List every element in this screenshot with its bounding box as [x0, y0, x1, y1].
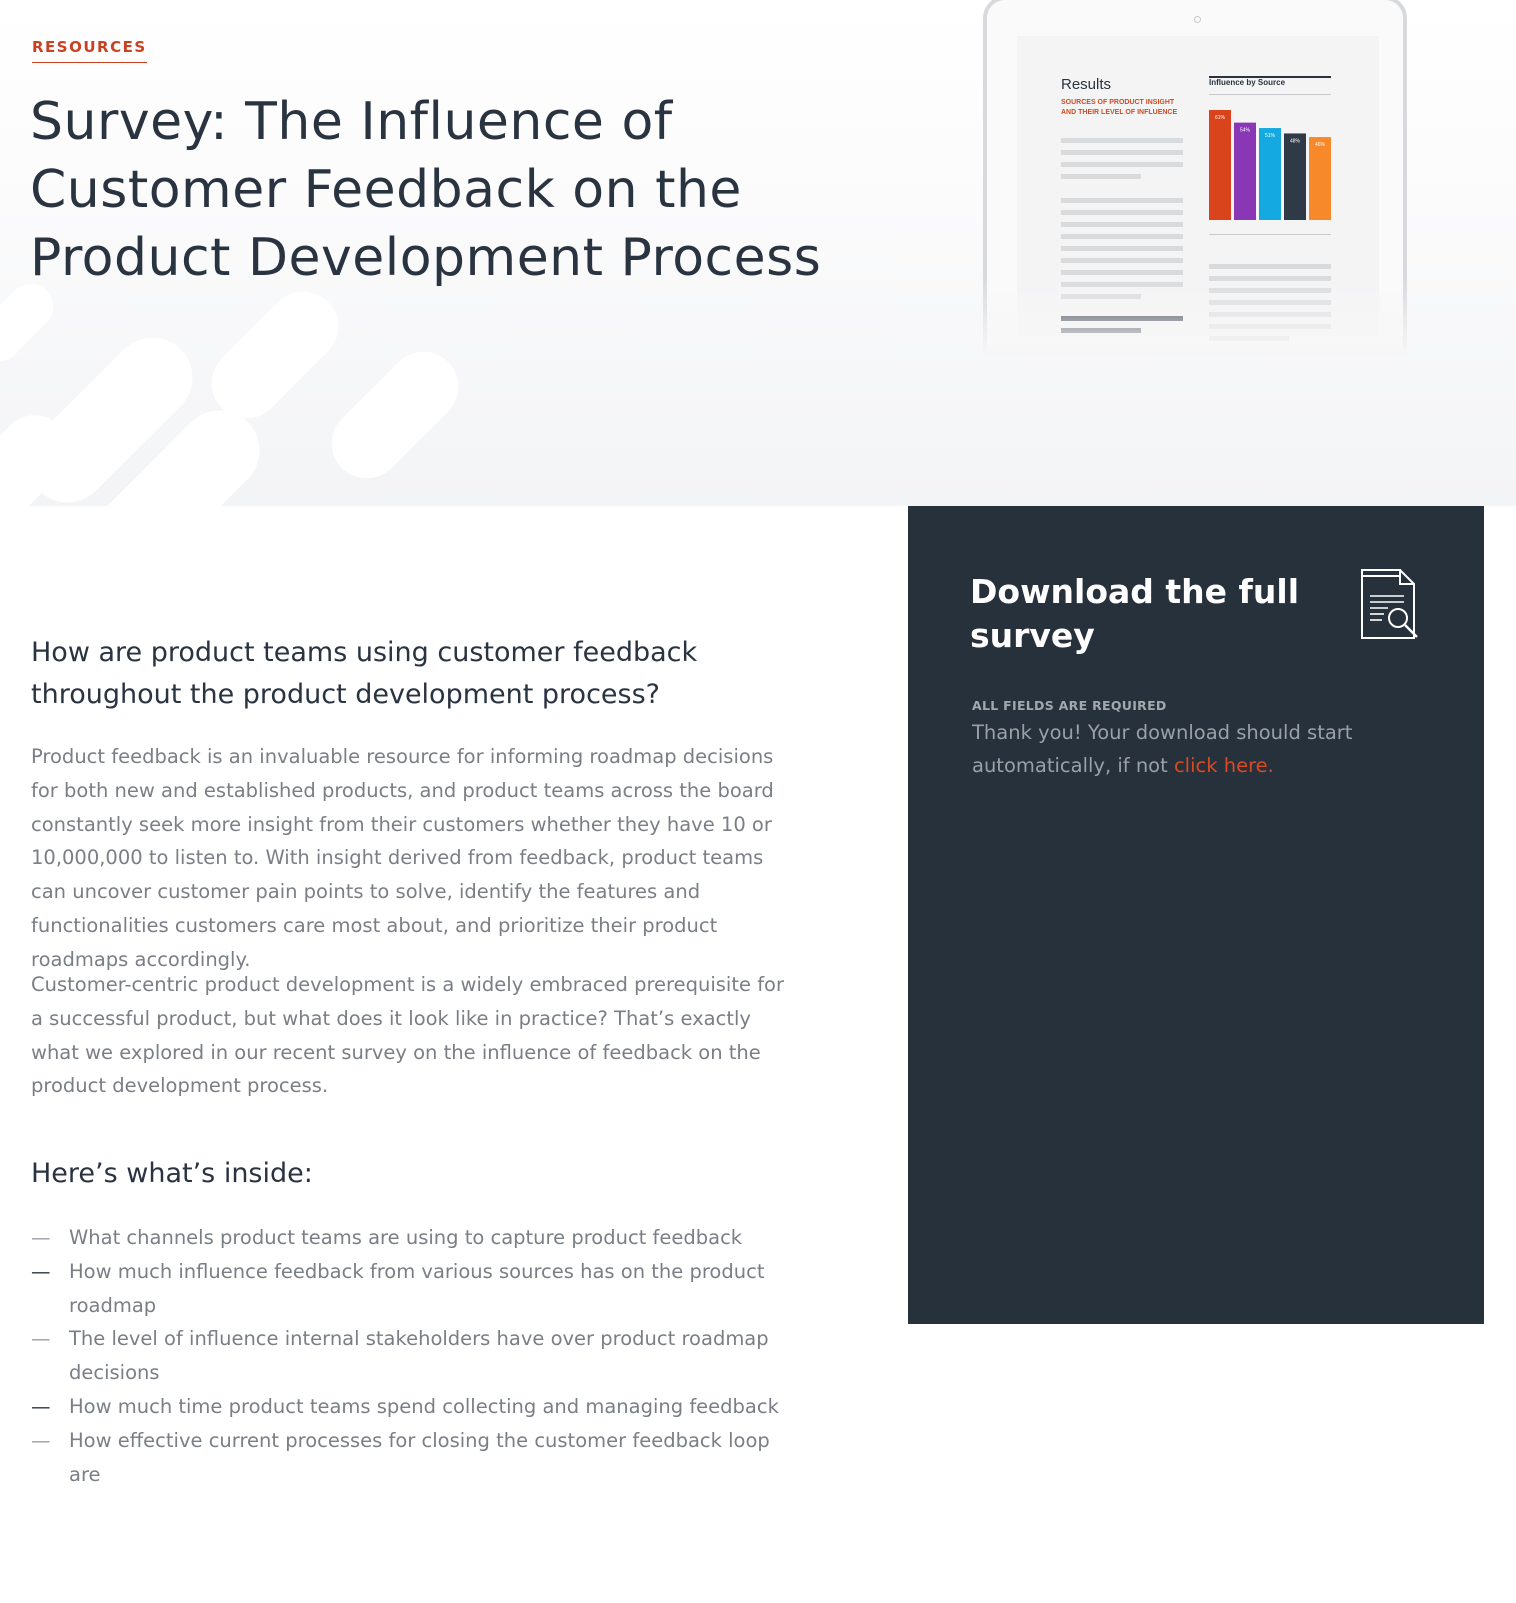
- influence-bar-chart: 61% 54% 51% 48% 46%: [1209, 110, 1331, 220]
- placeholder-line: [1061, 150, 1183, 155]
- decorative-shape: [317, 337, 473, 493]
- list-dash: —: [31, 1226, 51, 1249]
- tablet-preview: Results SOURCES OF PRODUCT INSIGHT AND T…: [983, 0, 1407, 356]
- inside-list: — What channels product teams are using t…: [31, 1221, 791, 1491]
- inside-heading: Here’s what’s inside:: [31, 1158, 313, 1189]
- page-title: Survey: The Influence of Customer Feedba…: [30, 92, 822, 288]
- report-results-subheading: SOURCES OF PRODUCT INSIGHT AND THEIR LEV…: [1061, 99, 1178, 116]
- chart-bar: [1259, 128, 1281, 220]
- chart-title: Influence by Source: [1209, 78, 1286, 87]
- placeholder-line: [1061, 246, 1183, 251]
- chart-bar-label: 51%: [1265, 133, 1276, 139]
- chart-bar: [1234, 122, 1256, 220]
- chart-bar-label: 48%: [1290, 138, 1301, 144]
- list-dash: —: [31, 1428, 51, 1452]
- download-confirmation-text: Thank you! Your download should start au…: [972, 721, 1353, 777]
- download-confirmation: Thank you! Your download should start au…: [972, 716, 1412, 782]
- placeholder-line: [1061, 210, 1183, 215]
- list-item-text: What channels product teams are using to…: [69, 1226, 743, 1249]
- chart-bar-label: 54%: [1240, 128, 1251, 134]
- tablet-fade: [983, 276, 1407, 356]
- survey-paragraph: Customer-centric product development is …: [31, 973, 785, 1098]
- list-dash: —: [31, 1394, 51, 1418]
- report-results-heading: Results: [1061, 76, 1112, 93]
- placeholder-line: [1061, 234, 1183, 239]
- placeholder-line: [1061, 222, 1183, 227]
- chart-bottom-rule: [1209, 234, 1331, 235]
- chart-bar-label: 46%: [1315, 142, 1326, 148]
- list-item-text: How much time product teams spend collec…: [69, 1394, 779, 1418]
- placeholder-line: [1061, 258, 1183, 263]
- chart-bar: [1209, 110, 1231, 220]
- list-item: — How effective current processes for clo…: [31, 1424, 791, 1492]
- intro-heading: How are product teams using customer fee…: [31, 637, 698, 710]
- chart-sub-rule: [1209, 94, 1331, 95]
- placeholder-line: [1061, 270, 1183, 275]
- download-title: Download the full survey: [970, 572, 1300, 655]
- list-dash: —: [31, 1259, 51, 1283]
- list-item: — How much influence feedback from variou…: [31, 1255, 791, 1323]
- placeholder-line: [1061, 138, 1183, 143]
- hero-section: RESOURCES Survey: The Influence of Custo…: [0, 0, 1516, 506]
- tablet-camera-icon: [1194, 16, 1201, 23]
- list-dash: —: [31, 1327, 51, 1351]
- placeholder-line: [1061, 162, 1183, 167]
- list-item: — What channels product teams are using t…: [31, 1221, 791, 1255]
- required-fields-note: ALL FIELDS ARE REQUIRED: [972, 698, 1167, 713]
- list-item: — How much time product teams spend colle…: [31, 1390, 791, 1424]
- placeholder-line: [1061, 174, 1141, 179]
- placeholder-line: [1209, 264, 1331, 269]
- list-item-text: The level of influence internal stakehol…: [69, 1327, 769, 1385]
- list-item-text: How effective current processes for clos…: [69, 1428, 770, 1486]
- resources-eyebrow[interactable]: RESOURCES: [32, 38, 147, 63]
- chart-bar: [1309, 137, 1331, 220]
- placeholder-line: [1061, 198, 1183, 203]
- list-item: — The level of influence internal stakeho…: [31, 1322, 791, 1390]
- document-search-icon: [1361, 569, 1418, 639]
- click-here-link[interactable]: click here.: [1174, 754, 1274, 777]
- intro-paragraph: Product feedback is an invaluable resour…: [31, 745, 774, 971]
- chart-bar: [1284, 133, 1306, 220]
- list-item-text: How much influence feedback from various…: [69, 1259, 765, 1317]
- chart-bar-label: 61%: [1215, 115, 1226, 121]
- download-panel: Download the full survey ALL FIELDS ARE …: [908, 506, 1484, 1324]
